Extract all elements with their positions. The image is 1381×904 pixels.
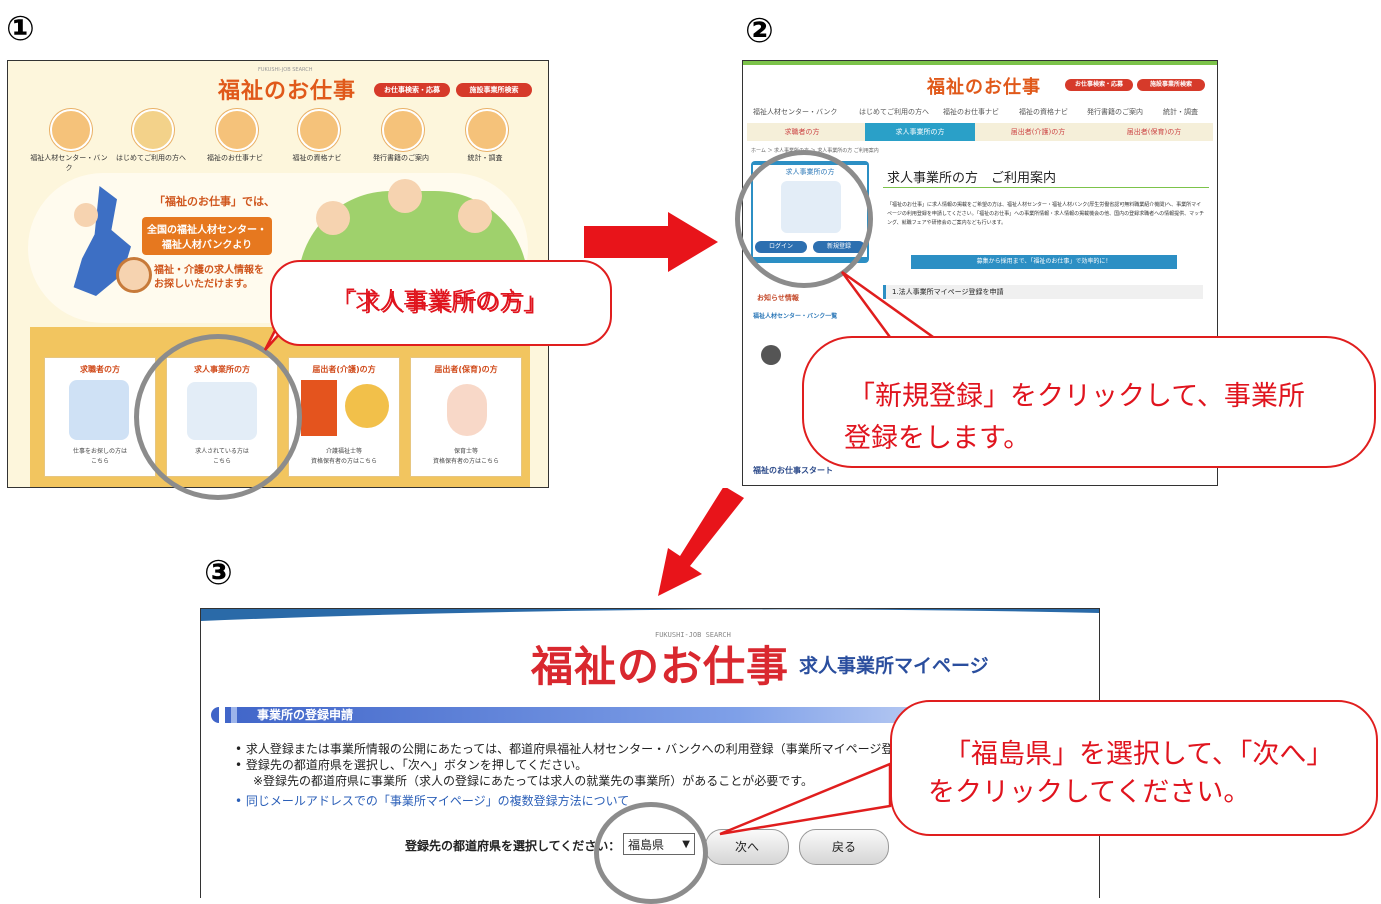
- intro-text: 「福祉のお仕事」に求人情報の掲載をご希望の方は、福祉人材センター・福祉人材バンク…: [887, 202, 1205, 226]
- card-text: 資格保有者の方はこちら: [432, 458, 499, 465]
- efficiency-banner[interactable]: 募集から採用まで、「福祉のお仕事」で効率的に！: [911, 255, 1177, 269]
- person-face-icon: [116, 257, 152, 293]
- callout-prefecture-line1: 「福島県」を選択して、「次へ」: [944, 739, 1334, 770]
- nav-jobnavi[interactable]: 福祉のお仕事ナビ: [943, 107, 999, 117]
- section-bar-notch: [219, 707, 225, 723]
- callout-register-line1: 「新規登録」をクリックして、事業所: [848, 381, 1305, 412]
- sidebar-footer-logo[interactable]: 福祉のお仕事スタート: [753, 465, 833, 476]
- nav-label-first[interactable]: はじめてご利用の方へ: [111, 153, 191, 163]
- tab-job-seeker[interactable]: 求職者の方: [747, 125, 857, 139]
- job-navi-icon[interactable]: [216, 109, 258, 151]
- top-accent-bar: [743, 61, 1217, 65]
- person-face-icon: [458, 199, 492, 233]
- bullet-2-text: 登録先の都道府県を選択し、「次へ」ボタンを押してください。: [245, 758, 588, 772]
- facility-search-button[interactable]: 施設事業所検索: [456, 83, 532, 97]
- nav-qualification[interactable]: 福祉の資格ナビ: [1019, 107, 1068, 117]
- job-search-button[interactable]: お仕事検索・応募: [374, 83, 450, 97]
- nav-label-center[interactable]: 福祉人材センター・バンク: [29, 153, 109, 173]
- callout-prefecture: 「福島県」を選択して、「次へ」 をクリックしてください。: [890, 700, 1378, 836]
- nav-center[interactable]: 福祉人材センター・バンク: [753, 107, 837, 117]
- bullet-2: • 登録先の都道府県を選択し、「次へ」ボタンを押してください。: [235, 758, 588, 772]
- arrow-right-icon: [584, 212, 718, 272]
- nav-label-jobnavi[interactable]: 福祉のお仕事ナビ: [195, 153, 275, 163]
- callout-prefecture-line2: をクリックしてください。: [928, 777, 1251, 808]
- card-title: 届出者(保育)の方: [434, 365, 498, 374]
- person-face-icon: [316, 201, 350, 235]
- callout-register: 「新規登録」をクリックして、事業所 登録をします。: [802, 336, 1376, 468]
- nav-first[interactable]: はじめてご利用の方へ: [859, 107, 929, 117]
- nav-label-stats[interactable]: 統計・調査: [445, 153, 525, 163]
- sidebar-news-title[interactable]: お知らせ情報: [757, 293, 799, 303]
- mypage-title: 求人事業所マイページ: [799, 655, 989, 677]
- nav-books[interactable]: 発行書籍のご案内: [1087, 107, 1143, 117]
- nav-stats[interactable]: 統計・調査: [1163, 107, 1198, 117]
- center-logo-icon: [761, 345, 781, 365]
- tab-care[interactable]: 届出者(介護)の方: [983, 125, 1093, 139]
- step-number-3: ③: [204, 553, 233, 593]
- title-divider: [883, 187, 1209, 188]
- hero-line-2: 全国の福祉人材センター・: [147, 225, 267, 236]
- person-face-icon: [388, 179, 422, 213]
- arrow-down-left-icon: [658, 488, 744, 596]
- header-wave: [201, 609, 1099, 621]
- job-search-button[interactable]: お仕事検索・応募: [1065, 79, 1133, 91]
- card-title: 求職者の方: [80, 365, 120, 374]
- callout-employer-inner: 「求人事業所の方」: [272, 262, 606, 340]
- site-logo[interactable]: 福祉のお仕事: [218, 73, 356, 105]
- gear-icon[interactable]: [132, 109, 174, 151]
- lion-icon: [345, 384, 389, 428]
- callout-register-line2: 登録をします。: [844, 423, 1031, 454]
- step-number-1: ①: [6, 9, 35, 49]
- bullet-1-text: 求人登録または事業所情報の公開にあたっては、都道府県福祉人材センター・バンクへの…: [245, 742, 894, 756]
- page-title: 求人事業所の方 ご利用案内: [887, 171, 1057, 186]
- bullet-link[interactable]: • 同じメールアドレスでの「事業所マイページ」の複数登録方法について: [235, 793, 629, 809]
- hero-line-5: お探しいただけます。: [154, 279, 253, 290]
- section-title: 事業所の登録申請: [257, 708, 354, 722]
- nav-label-books[interactable]: 発行書籍のご案内: [361, 153, 441, 163]
- chart-icon[interactable]: [466, 109, 508, 151]
- hero-line-1: 「福祉のお仕事」では、: [154, 195, 275, 208]
- callout-employer-label: 「求人事業所の方」: [331, 287, 547, 315]
- card-title: 届出者(介護)の方: [312, 365, 376, 374]
- callout-pointer: [719, 762, 892, 836]
- multi-registration-link[interactable]: 同じメールアドレスでの「事業所マイページ」の複数登録方法について: [246, 794, 629, 808]
- section-bar-notch: [231, 707, 237, 723]
- childcare-illustration: [447, 384, 487, 436]
- bullet-1: • 求人登録または事業所情報の公開にあたっては、都道府県福祉人材センター・バンク…: [235, 742, 894, 756]
- prefecture-select-label: 登録先の都道府県を選択してください：: [405, 839, 621, 853]
- step-number-2: ②: [745, 11, 774, 51]
- certificate-book-icon: [301, 380, 337, 436]
- site-logo[interactable]: 福祉のお仕事: [927, 73, 1041, 99]
- card-text: 仕事をお探しの方は: [72, 448, 127, 455]
- job-seeker-illustration: [69, 380, 129, 440]
- center-bank-icon[interactable]: [50, 109, 92, 151]
- tab-childcare[interactable]: 届出者(保育)の方: [1099, 125, 1209, 139]
- card-text: 資格保有者の方はこちら: [310, 458, 377, 465]
- facility-search-button[interactable]: 施設事業所検索: [1137, 79, 1205, 91]
- sidebar-list-title[interactable]: 福祉人材センター・バンク一覧: [753, 311, 837, 320]
- card-childcare-registrant[interactable]: 届出者(保育)の方 保育士等 資格保有者の方はこちら: [410, 357, 522, 477]
- site-logo[interactable]: 福祉のお仕事: [531, 633, 789, 694]
- card-text: こちら: [90, 458, 109, 465]
- nav-label-qualification[interactable]: 福祉の資格ナビ: [277, 153, 357, 163]
- person-face-icon: [74, 203, 98, 227]
- tab-employer[interactable]: 求人事業所の方: [865, 123, 975, 141]
- hero-line-3: 福祉人材バンクより: [161, 240, 253, 251]
- logo-subtitle: FUKUSHI-JOB SEARCH: [258, 67, 313, 73]
- logo-subtitle: FUKUSHI-JOB SEARCH: [655, 631, 731, 639]
- card-care-registrant[interactable]: 届出者(介護)の方 介護福祉士等 資格保有者の方はこちら: [288, 357, 400, 477]
- card-text: 介護福祉士等: [325, 448, 362, 455]
- book-icon[interactable]: [298, 109, 340, 151]
- card-text: 保育士等: [453, 448, 478, 455]
- publication-icon[interactable]: [382, 109, 424, 151]
- highlight-circle-register: [735, 150, 873, 288]
